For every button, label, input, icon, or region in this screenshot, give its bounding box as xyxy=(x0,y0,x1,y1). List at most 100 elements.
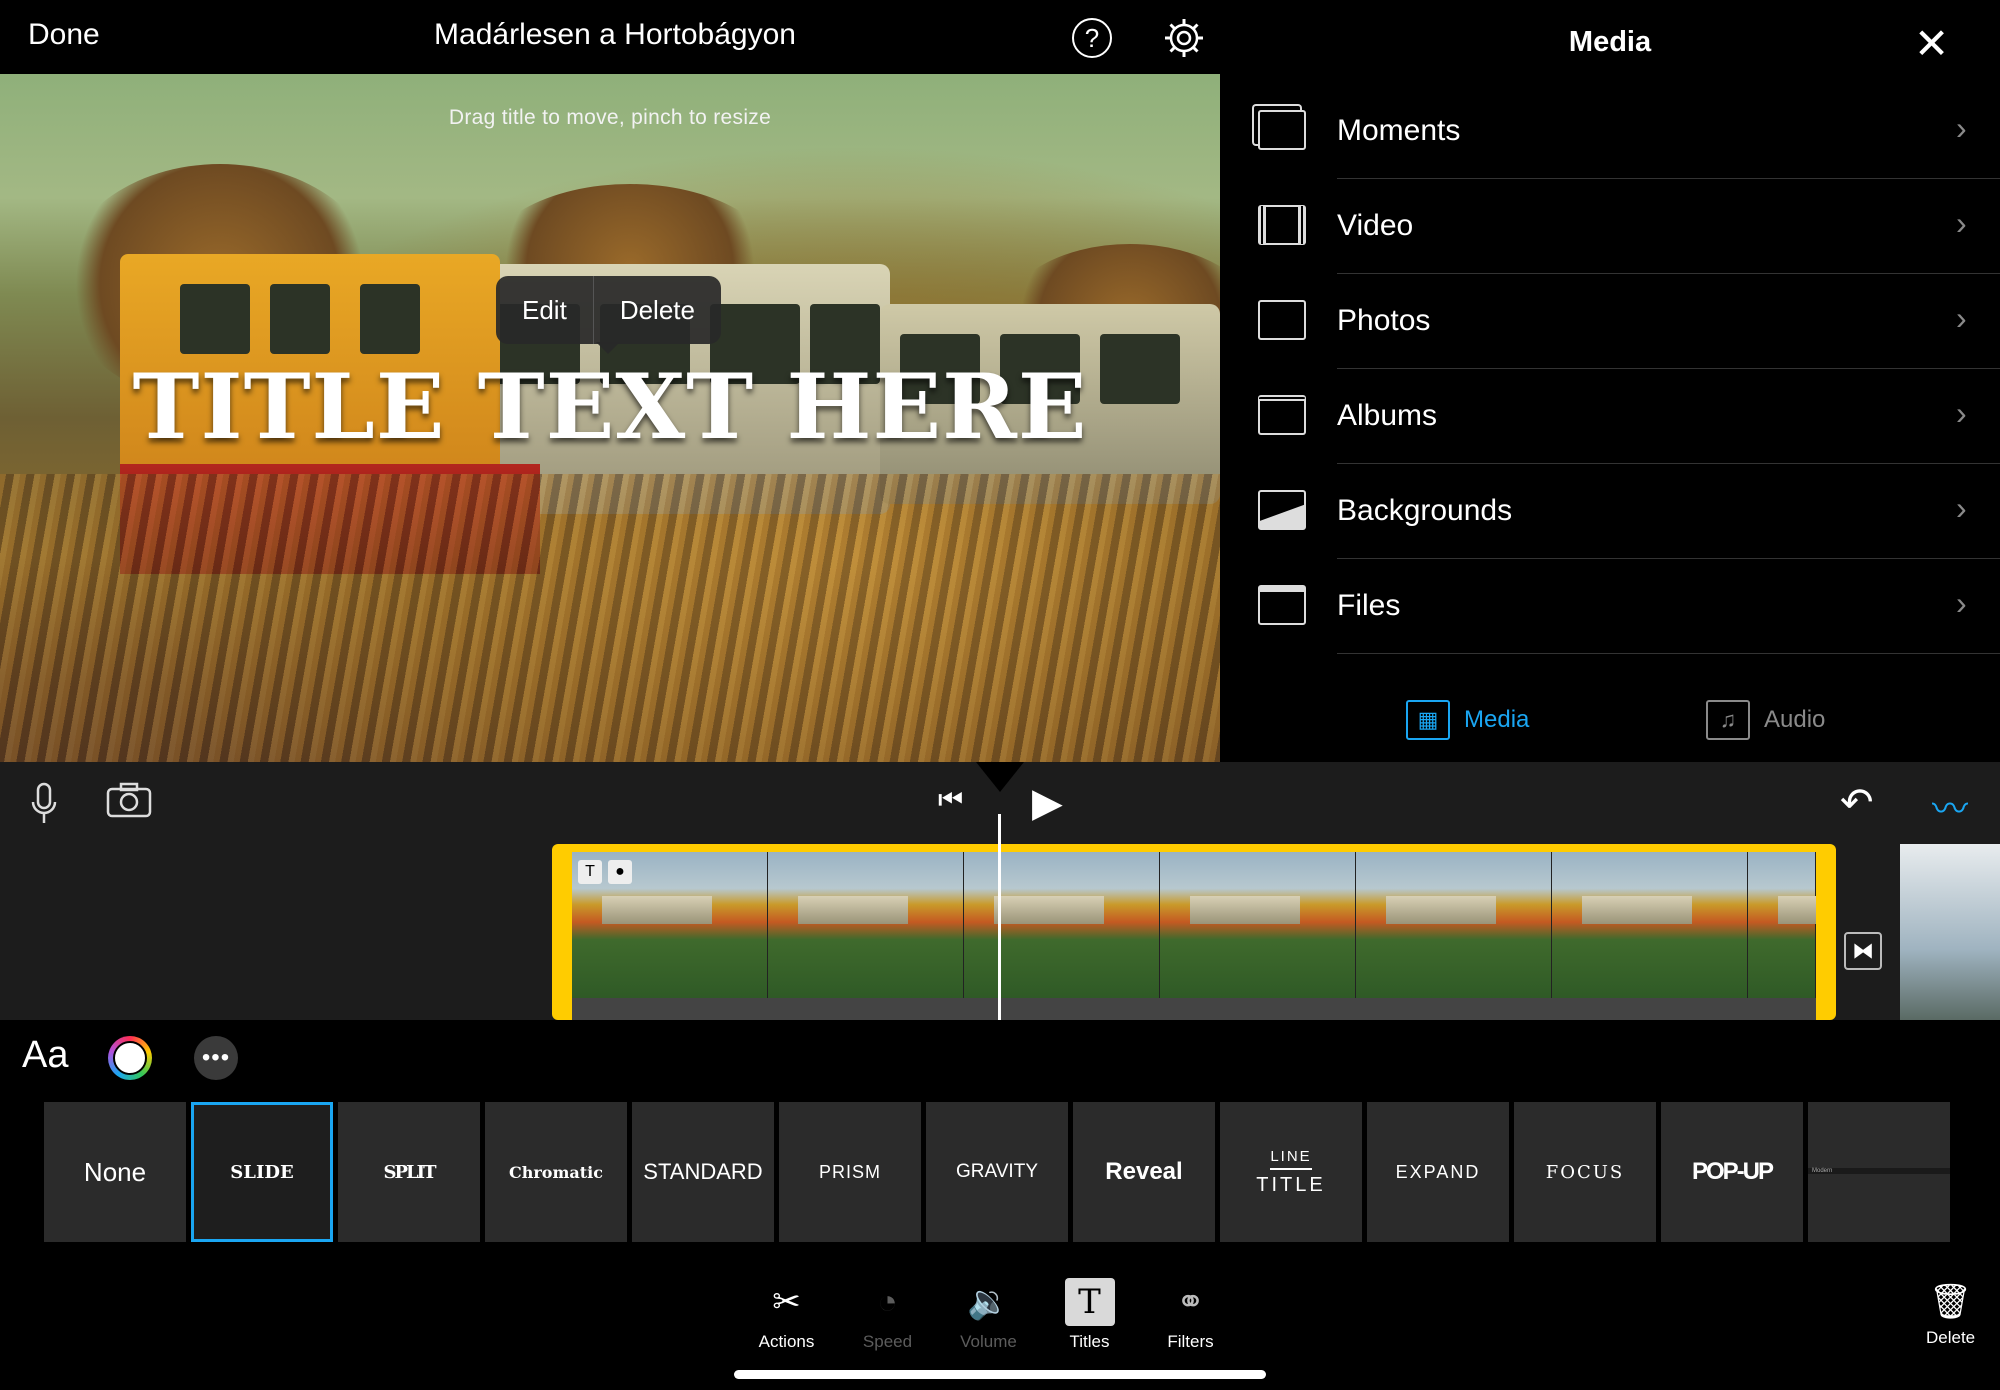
volume-button[interactable]: 🔉 Volume xyxy=(938,1278,1039,1352)
speed-label: Speed xyxy=(862,1332,913,1351)
media-panel-title: Media xyxy=(1568,26,1652,58)
style-label: LINE xyxy=(1270,1148,1312,1170)
media-row-label: Files xyxy=(1337,589,1401,622)
tab-audio-label: Audio xyxy=(1764,706,1826,733)
video-preview[interactable]: Drag title to move, pinch to resize TITL… xyxy=(0,74,1220,762)
question-circle-icon[interactable]: ? xyxy=(1072,18,1112,58)
media-row-albums[interactable]: Albums › xyxy=(1220,369,2000,464)
edit-title-button[interactable]: Edit xyxy=(496,276,593,344)
style-label: Reveal xyxy=(1105,1158,1183,1185)
skip-to-start-icon[interactable]: ⏮ xyxy=(938,784,963,817)
style-label: GRAVITY xyxy=(956,1161,1038,1182)
media-row-label: Photos xyxy=(1337,304,1431,337)
tab-media-label: Media xyxy=(1464,706,1530,733)
actions-button[interactable]: ✂ Actions xyxy=(736,1278,837,1352)
media-row-files[interactable]: Files › xyxy=(1220,559,2000,654)
title-style-chromatic[interactable]: Chromatic xyxy=(485,1102,627,1242)
title-style-modern[interactable]: Modern xyxy=(1808,1102,1950,1242)
title-style-reveal[interactable]: Reveal xyxy=(1073,1102,1215,1242)
chevron-right-icon: › xyxy=(1956,205,1967,241)
filters-button[interactable]: ⚭ Filters xyxy=(1140,1278,1241,1352)
media-row-photos[interactable]: Photos › xyxy=(1220,274,2000,369)
actions-label: Actions xyxy=(758,1332,815,1351)
style-label: SPLIT xyxy=(383,1161,436,1183)
title-overlay-text[interactable]: TITLE TEXT HERE xyxy=(0,354,1220,460)
title-style-focus[interactable]: FOCUS xyxy=(1514,1102,1656,1242)
media-browser-panel: Media ✕ Moments › Video › Photos › Album… xyxy=(1220,0,2000,762)
done-button[interactable]: Done xyxy=(28,18,100,52)
transition-icon[interactable]: ⧓ xyxy=(1844,932,1882,970)
color-picker-icon[interactable] xyxy=(108,1036,152,1080)
microphone-icon[interactable] xyxy=(30,782,58,824)
title-style-split[interactable]: SPLIT xyxy=(338,1102,480,1242)
media-row-video[interactable]: Video › xyxy=(1220,179,2000,274)
title-context-menu: Edit Delete xyxy=(496,276,721,344)
title-editor-panel: Aa ••• None SLIDE SPLIT Chromatic STANDA… xyxy=(0,1020,2000,1390)
chevron-right-icon: › xyxy=(1956,490,1967,526)
preview-hint: Drag title to move, pinch to resize xyxy=(448,106,772,129)
title-style-expand[interactable]: EXPAND xyxy=(1367,1102,1509,1242)
clip-frame xyxy=(1552,852,1748,998)
audio-waveform-icon[interactable]: 〰 xyxy=(1932,780,1968,832)
title-style-none[interactable]: None xyxy=(44,1102,186,1242)
clip-badges: T ● xyxy=(578,860,632,884)
delete-title-button[interactable]: Delete xyxy=(594,276,721,344)
more-options-icon[interactable]: ••• xyxy=(194,1036,238,1080)
gear-icon[interactable] xyxy=(1162,16,1206,65)
speed-button[interactable]: ◔ Speed xyxy=(837,1278,938,1352)
clip-audio-strip xyxy=(572,998,1816,1020)
scissors-icon: ✂ xyxy=(772,1283,801,1321)
selected-video-clip[interactable]: T ● xyxy=(552,844,1836,1020)
tab-media[interactable]: ▦ Media xyxy=(1406,700,1529,740)
font-button[interactable]: Aa xyxy=(22,1034,68,1077)
camera-icon[interactable] xyxy=(106,782,152,818)
style-label: Chromatic xyxy=(509,1162,603,1182)
title-style-prism[interactable]: PRISM xyxy=(779,1102,921,1242)
photo-frame-icon xyxy=(1258,300,1306,340)
media-row-label: Moments xyxy=(1337,114,1461,147)
clip-frame xyxy=(1748,852,1816,998)
clip-frame xyxy=(768,852,964,998)
clip-frame xyxy=(964,852,1160,998)
film-icon: ▦ xyxy=(1406,700,1450,740)
clip-frame xyxy=(1160,852,1356,998)
timeline[interactable]: ⏮ ▶ ↶ 〰 T ● ⧓ xyxy=(0,762,2000,1020)
music-note-icon: ♫ xyxy=(1706,700,1750,740)
volume-label: Volume xyxy=(960,1332,1017,1351)
clip-filmstrip xyxy=(572,852,1816,998)
style-label: STANDARD xyxy=(643,1159,763,1184)
filters-label: Filters xyxy=(1167,1332,1214,1351)
next-video-clip[interactable] xyxy=(1900,844,2000,1020)
delete-clip-button[interactable]: 🗑 Delete xyxy=(1926,1282,1975,1348)
media-row-backgrounds[interactable]: Backgrounds › xyxy=(1220,464,2000,559)
tab-audio[interactable]: ♫ Audio xyxy=(1706,700,1825,740)
style-label: POP-UP xyxy=(1691,1158,1774,1185)
clip-frame xyxy=(1356,852,1552,998)
style-label: PRISM xyxy=(818,1161,881,1182)
title-style-gravity[interactable]: GRAVITY xyxy=(926,1102,1068,1242)
title-style-slide[interactable]: SLIDE xyxy=(191,1102,333,1242)
albums-icon xyxy=(1258,395,1306,435)
edit-toolbar: ✂ Actions ◔ Speed 🔉 Volume T Titles ⚭ Fi… xyxy=(736,1278,1241,1352)
chevron-right-icon: › xyxy=(1956,300,1967,336)
title-style-pop-up[interactable]: POP-UP xyxy=(1661,1102,1803,1242)
undo-icon[interactable]: ↶ xyxy=(1840,780,1874,826)
close-icon[interactable]: ✕ xyxy=(1914,23,1949,65)
title-style-picker: None SLIDE SPLIT Chromatic STANDARD PRIS… xyxy=(44,1102,1950,1242)
filters-icon: ⚭ xyxy=(1176,1283,1205,1321)
title-style-standard[interactable]: STANDARD xyxy=(632,1102,774,1242)
titles-label: Titles xyxy=(1069,1332,1110,1351)
play-icon[interactable]: ▶ xyxy=(1032,780,1063,826)
folder-icon xyxy=(1258,585,1306,625)
top-bar: Done Madárlesen a Hortobágyon ? xyxy=(0,0,1220,74)
grass-field xyxy=(0,474,1220,762)
title-style-line-title[interactable]: LINE TITLE xyxy=(1220,1102,1362,1242)
style-label: None xyxy=(83,1156,147,1187)
style-label-line2: TITLE xyxy=(1256,1173,1326,1196)
title-t-icon: T xyxy=(1064,1278,1115,1326)
delete-label: Delete xyxy=(1926,1328,1976,1347)
project-title: Madárlesen a Hortobágyon xyxy=(434,18,796,51)
titles-button[interactable]: T Titles xyxy=(1039,1278,1140,1352)
backgrounds-icon xyxy=(1258,490,1306,530)
media-row-moments[interactable]: Moments › xyxy=(1220,84,2000,179)
